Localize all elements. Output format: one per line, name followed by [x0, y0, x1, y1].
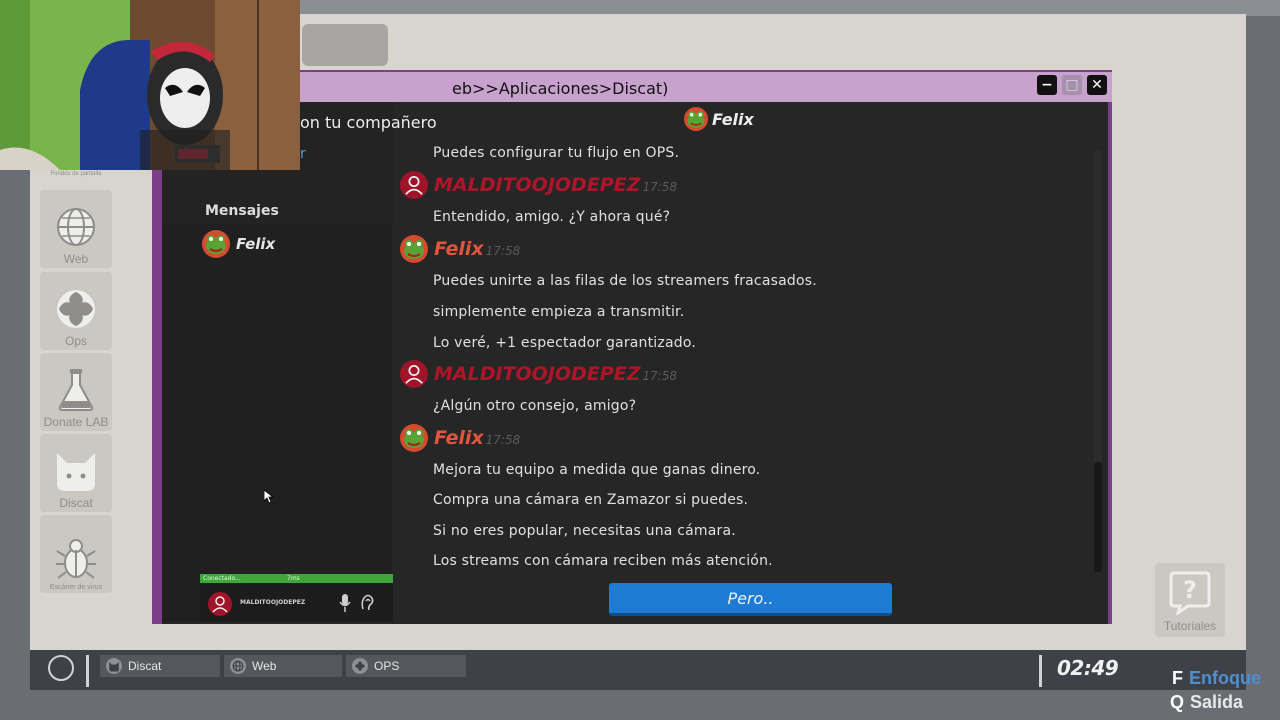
hint-action: Salida	[1190, 692, 1244, 712]
desktop-icon-label: Donate LAB	[43, 415, 109, 429]
message-author-row: Felix 17:58	[400, 424, 520, 452]
message-line: Si no eres popular, necesitas una cámara…	[433, 523, 736, 539]
wallpapers-caption: Fondos de pantalla	[50, 171, 102, 177]
user-avatar-icon	[208, 592, 232, 616]
chat-scrollbar-thumb[interactable]	[1094, 462, 1102, 572]
contact-name: Felix	[236, 235, 276, 253]
minimize-button[interactable]: −	[1037, 75, 1057, 95]
hint-key: F	[1172, 668, 1183, 688]
message-line: simplemente empieza a transmitir.	[433, 304, 685, 320]
globe-icon	[230, 658, 246, 674]
flask-icon	[53, 367, 99, 413]
desktop-icon-donate-lab[interactable]: Donate LAB	[40, 353, 112, 431]
frog-avatar-icon	[400, 424, 428, 452]
connection-ping: 7ms	[287, 575, 300, 582]
message-author: Felix	[434, 238, 484, 260]
desktop-icon-label: Discat	[59, 496, 93, 510]
webcam-overlay	[0, 0, 300, 170]
taskbar-divider	[1039, 655, 1042, 687]
message-line: Entendido, amigo. ¿Y ahora qué?	[433, 209, 671, 225]
frog-avatar-icon	[684, 107, 708, 131]
taskbar-item-ops[interactable]: OPS	[346, 655, 466, 677]
maximize-button[interactable]: □	[1062, 75, 1082, 95]
cat-icon	[53, 448, 99, 494]
tutorials-label: Tutoriales	[1163, 619, 1217, 633]
message-time: 17:58	[485, 433, 521, 447]
taskbar-item-discat[interactable]: Discat	[100, 655, 220, 677]
message-author-row: MALDITOOJODEPEZ 17:58	[400, 360, 677, 388]
message-time: 17:58	[642, 180, 678, 194]
ops-icon	[53, 286, 99, 332]
user-avatar-icon	[400, 171, 428, 199]
message-line: Puedes configurar tu flujo en OPS.	[433, 145, 680, 161]
tutorials-button[interactable]: ? Tutoriales	[1155, 563, 1225, 637]
cat-icon	[106, 658, 122, 674]
taskbar-item-label: Discat	[128, 659, 162, 673]
message-author: MALDITOOJODEPEZ	[434, 174, 641, 196]
message-line: Lo veré, +1 espectador garantizado.	[433, 335, 696, 351]
desktop-icon-label: Ops	[64, 334, 87, 348]
taskbar-divider	[86, 655, 89, 687]
frog-avatar-icon	[400, 235, 428, 263]
hint-key: Q	[1170, 692, 1185, 712]
sidebar-header-link[interactable]: r	[300, 146, 306, 162]
current-user-bar: MALDITOOJODEPEZ	[200, 584, 393, 622]
message-line: Mejora tu equipo a medida que ganas dine…	[433, 462, 761, 478]
frog-avatar-icon	[202, 230, 230, 258]
desktop-icon-virus-scanner[interactable]: Escáner de virus	[40, 515, 112, 593]
desktop-icon-label: Escáner de virus	[49, 584, 103, 591]
user-avatar-icon	[400, 360, 428, 388]
message-line: Puedes unirte a las filas de los streame…	[433, 273, 817, 289]
hint-focus: F Enfoque	[1172, 668, 1261, 689]
chat-header-name: Felix	[712, 109, 754, 129]
bug-icon	[53, 536, 99, 582]
messages-section-title: Mensajes	[205, 203, 279, 219]
desktop-search-box[interactable]	[302, 24, 388, 66]
window-title: eb>>Aplicaciones>Discat)	[452, 79, 669, 98]
message-time: 17:58	[485, 244, 521, 258]
message-author-row: MALDITOOJODEPEZ 17:58	[400, 171, 677, 199]
contact-item-felix[interactable]: Felix	[202, 229, 382, 259]
microphone-icon[interactable]	[339, 594, 351, 612]
hint-action: Enfoque	[1189, 668, 1261, 688]
desktop-icon-ops[interactable]: Ops	[40, 272, 112, 350]
message-time: 17:58	[642, 369, 678, 383]
help-icon: ?	[1168, 569, 1212, 619]
chat-header: Felix	[684, 107, 754, 131]
message-author: MALDITOOJODEPEZ	[434, 363, 641, 385]
taskbar-item-web[interactable]: Web	[224, 655, 342, 677]
headphones-icon[interactable]	[360, 593, 376, 611]
mouse-cursor-icon	[264, 490, 274, 504]
connection-status-bar: Conectado... 7ms	[200, 574, 393, 583]
svg-text:?: ?	[1183, 576, 1197, 604]
current-user-name: MALDITOOJODEPEZ	[240, 599, 306, 606]
message-author-row: Felix 17:58	[400, 235, 520, 263]
close-button[interactable]: ✕	[1087, 75, 1107, 95]
sidebar-header-title: on tu compañero	[300, 113, 437, 132]
desktop-icon-label: Web	[63, 252, 89, 266]
taskbar-item-label: Web	[252, 659, 277, 673]
message-line: Compra una cámara en Zamazor si puedes.	[433, 492, 749, 508]
reply-option-button[interactable]: Pero..	[609, 583, 892, 616]
desktop-icon-discat[interactable]: Discat	[40, 434, 112, 512]
start-button[interactable]	[48, 655, 74, 681]
hint-exit: Q Salida	[1170, 692, 1243, 713]
message-line: Los streams con cámara reciben más atenc…	[433, 553, 773, 569]
message-line: ¿Algún otro consejo, amigo?	[433, 398, 637, 414]
ops-icon	[352, 658, 368, 674]
globe-icon	[53, 204, 99, 250]
taskbar-clock: 02:49	[1057, 656, 1119, 680]
taskbar-item-label: OPS	[374, 659, 400, 673]
connection-status-text: Conectado...	[203, 575, 241, 582]
message-author: Felix	[434, 427, 484, 449]
desktop-icon-web[interactable]: Web	[40, 190, 112, 268]
